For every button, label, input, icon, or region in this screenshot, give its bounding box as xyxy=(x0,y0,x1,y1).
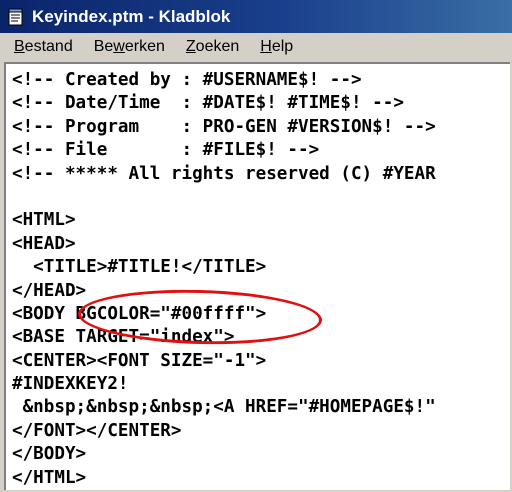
code-line: </HTML> xyxy=(12,467,87,488)
code-line: <BASE TARGET="index"> xyxy=(12,327,235,348)
code-line: <!-- Date/Time : #DATE$! #TIME$! --> xyxy=(12,93,404,114)
window-title: Keyindex.ptm - Kladblok xyxy=(32,6,231,26)
menu-label: oeken xyxy=(195,37,240,55)
menu-label: erken xyxy=(124,37,165,55)
code-line: </BODY> xyxy=(12,444,87,465)
code-line: <TITLE>#TITLE!</TITLE> xyxy=(12,257,267,278)
code-line: #INDEXKEY2! xyxy=(12,374,129,395)
code-line: <HTML> xyxy=(12,210,76,231)
menu-zoeken[interactable]: Zoeken xyxy=(177,38,248,56)
menu-accel: w xyxy=(113,37,125,55)
menu-label: elp xyxy=(271,37,294,55)
menu-bestand[interactable]: Bestand xyxy=(0,38,82,56)
code-line: <!-- ***** All rights reserved (C) #YEAR xyxy=(12,163,436,184)
menu-bar: Bestand Bewerken Zoeken Help xyxy=(0,33,512,60)
code-line: <!-- Program : PRO-GEN #VERSION$! --> xyxy=(12,116,436,137)
code-line: </HEAD> xyxy=(12,280,87,301)
menu-help[interactable]: Help xyxy=(251,38,302,56)
code-line: &nbsp;&nbsp;&nbsp;<A HREF="#HOMEPAGE$!" xyxy=(12,397,436,418)
code-line: <BODY BGCOLOR="#00ffff"> xyxy=(12,303,267,324)
notepad-icon xyxy=(8,8,23,25)
menu-label-pre: Be xyxy=(93,37,114,55)
code-line: </FONT></CENTER> xyxy=(12,420,182,441)
menu-accel: B xyxy=(14,37,25,55)
menu-label: estand xyxy=(24,37,73,55)
notepad-window: Keyindex.ptm - Kladblok Bestand Bewerken… xyxy=(0,0,512,492)
title-bar[interactable]: Keyindex.ptm - Kladblok xyxy=(0,0,512,33)
text-editor[interactable]: <!-- Created by : #USERNAME$! --> <!-- Da… xyxy=(4,62,510,490)
code-line: <!-- File : #FILE$! --> xyxy=(12,140,320,161)
menu-accel: H xyxy=(260,37,272,55)
code-line: <!-- Created by : #USERNAME$! --> xyxy=(12,70,362,90)
code-line: <HEAD> xyxy=(12,233,76,254)
menu-accel: Z xyxy=(185,37,196,55)
menu-bewerken[interactable]: Bewerken xyxy=(85,38,174,56)
code-text[interactable]: <!-- Created by : #USERNAME$! --> <!-- Da… xyxy=(6,64,510,490)
code-line: <CENTER><FONT SIZE="-1"> xyxy=(12,350,267,371)
